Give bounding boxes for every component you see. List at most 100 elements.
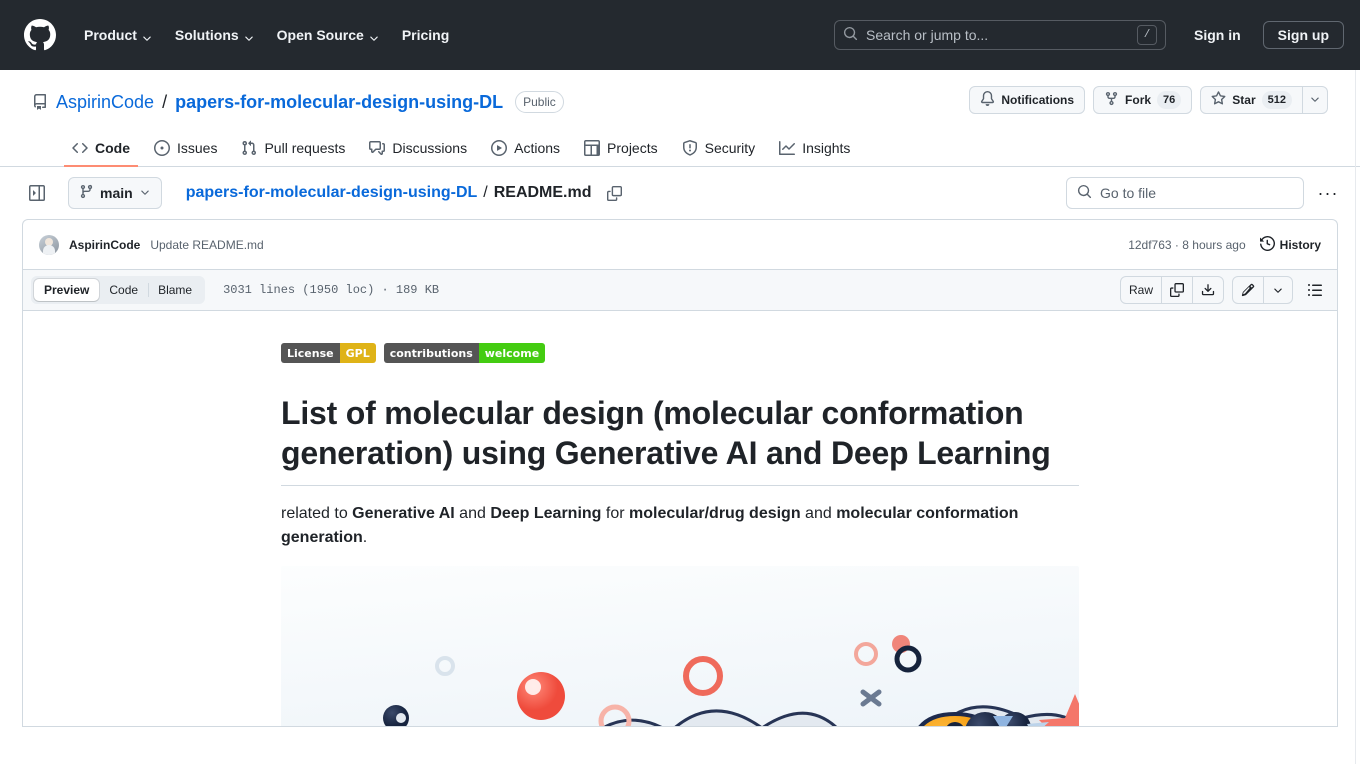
tab-discussions[interactable]: Discussions [361, 140, 475, 167]
chevron-down-icon [368, 31, 378, 41]
search-input[interactable]: Search or jump to... / [834, 20, 1166, 50]
readme-lead-paragraph: related to Generative AI and Deep Learni… [281, 502, 1079, 550]
commit-author-link[interactable]: AspirinCode [69, 238, 140, 252]
contributions-badge-value: welcome [478, 343, 546, 363]
global-nav: Product Solutions Open Source Pricing [72, 19, 461, 51]
page-title: List of molecular design (molecular conf… [281, 393, 1079, 486]
search-icon [843, 26, 858, 44]
issue-opened-icon [154, 140, 170, 156]
file-toolbar-actions: Raw [1119, 276, 1329, 304]
play-icon [491, 140, 508, 156]
commit-message-link[interactable]: Update README.md [150, 238, 263, 252]
copy-raw-icon[interactable] [1162, 277, 1193, 303]
repo-name-link[interactable]: papers-for-molecular-design-using-DL [175, 92, 503, 113]
star-label: Star [1232, 93, 1256, 107]
star-dropdown-button[interactable] [1303, 86, 1328, 114]
git-branch-icon [79, 184, 94, 202]
edit-actions-group [1232, 276, 1293, 304]
file-view-segmented-control: Preview Code Blame [31, 276, 206, 304]
license-badge[interactable]: License GPL [281, 343, 376, 363]
tab-code-label: Code [95, 140, 130, 156]
github-mark-icon[interactable] [24, 19, 56, 51]
license-badge-value: GPL [339, 343, 376, 363]
nav-item-product[interactable]: Product [72, 19, 163, 51]
branch-name: main [100, 185, 133, 201]
repo-owner-link[interactable]: AspirinCode [56, 92, 154, 113]
branch-selector-button[interactable]: main [68, 177, 162, 209]
chevron-down-icon [1309, 93, 1321, 108]
lead-run-0: related to [281, 505, 353, 522]
bell-icon [980, 91, 995, 109]
tab-issues[interactable]: Issues [146, 140, 225, 167]
nav-item-pricing[interactable]: Pricing [390, 19, 461, 51]
star-button[interactable]: Star 512 [1200, 86, 1303, 114]
avatar [39, 234, 59, 255]
tab-security-label: Security [704, 140, 756, 156]
table-icon [584, 140, 601, 156]
tab-actions[interactable]: Actions [483, 140, 568, 167]
download-icon[interactable] [1193, 277, 1223, 303]
view-tab-code[interactable]: Code [99, 279, 148, 301]
outline-list-unordered-icon[interactable] [1301, 276, 1329, 304]
fork-button[interactable]: Fork 76 [1093, 86, 1193, 114]
tab-issues-label: Issues [177, 140, 218, 156]
commit-sha-and-time[interactable]: 12df763 · 8 hours ago [1128, 238, 1245, 252]
latest-commit-bar: AspirinCode Update README.md 12df763 · 8… [22, 219, 1338, 269]
breadcrumb-repo-link[interactable]: papers-for-molecular-design-using-DL [186, 184, 478, 202]
pencil-icon[interactable] [1233, 277, 1264, 303]
commit-history-link[interactable]: History [1259, 235, 1321, 254]
fork-icon [1104, 91, 1119, 109]
file-navigation-bar: main papers-for-molecular-design-using-D… [0, 167, 1360, 219]
graph-icon [779, 140, 796, 156]
star-count: 512 [1261, 91, 1292, 109]
repository-nav-tabs: Code Issues Pull requests Discussions Ac… [32, 118, 1328, 167]
view-tab-preview[interactable]: Preview [34, 279, 100, 301]
lead-run-5: molecular/drug design [629, 505, 801, 522]
breadcrumb-separator: / [483, 184, 488, 201]
lead-run-3: Deep Learning [490, 505, 602, 522]
tab-security[interactable]: Security [674, 140, 764, 167]
history-icon [1259, 235, 1275, 254]
readme-content: License GPL contributions welcome List o… [22, 311, 1338, 727]
lead-run-8: . [362, 529, 368, 546]
repo-visibility-badge: Public [515, 91, 564, 113]
edit-dropdown-chevron-down-icon[interactable] [1264, 277, 1292, 303]
nav-item-product-label: Product [84, 27, 137, 43]
page-right-divider [1355, 70, 1356, 764]
fork-count: 76 [1157, 91, 1182, 109]
tab-insights[interactable]: Insights [771, 140, 858, 167]
sign-up-button[interactable]: Sign up [1262, 21, 1344, 49]
global-header: Product Solutions Open Source Pricing Se… [0, 0, 1360, 70]
nav-item-pricing-label: Pricing [401, 27, 450, 43]
nav-item-solutions[interactable]: Solutions [163, 19, 265, 51]
fork-label: Fork [1125, 93, 1152, 107]
chevron-down-icon [243, 31, 253, 41]
go-to-file-input[interactable]: Go to file [1066, 177, 1304, 209]
commit-relative-time: 8 hours ago [1182, 237, 1246, 252]
tab-actions-label: Actions [514, 140, 561, 156]
contributions-badge[interactable]: contributions welcome [383, 343, 546, 363]
tab-code[interactable]: Code [64, 140, 138, 167]
nav-item-open-source-label: Open Source [276, 27, 364, 43]
sidebar-expand-icon[interactable] [22, 178, 52, 208]
sign-in-button[interactable]: Sign in [1180, 21, 1255, 49]
molecular-design-illustration [281, 566, 1079, 726]
tab-projects[interactable]: Projects [576, 140, 666, 167]
tab-pull-requests[interactable]: Pull requests [233, 140, 353, 167]
readme-badges: License GPL contributions welcome [281, 343, 1079, 363]
raw-button[interactable]: Raw [1121, 277, 1162, 303]
more-options-button[interactable]: ··· [1312, 177, 1344, 209]
chevron-down-icon [141, 31, 151, 41]
search-placeholder: Search or jump to... [866, 27, 989, 43]
copy-path-icon[interactable] [602, 180, 628, 206]
notifications-button[interactable]: Notifications [969, 86, 1086, 114]
comment-discussion-icon [369, 140, 386, 156]
go-to-file-placeholder: Go to file [1100, 185, 1157, 201]
nav-item-solutions-label: Solutions [174, 27, 239, 43]
git-pull-request-icon [241, 140, 257, 156]
chevron-down-icon [139, 185, 151, 201]
view-tab-blame[interactable]: Blame [148, 279, 202, 301]
nav-item-open-source[interactable]: Open Source [265, 19, 390, 51]
commit-meta: 12df763 · 8 hours ago History [1128, 235, 1321, 254]
file-metadata: 3031 lines (1950 loc) · 189 KB [223, 283, 440, 297]
